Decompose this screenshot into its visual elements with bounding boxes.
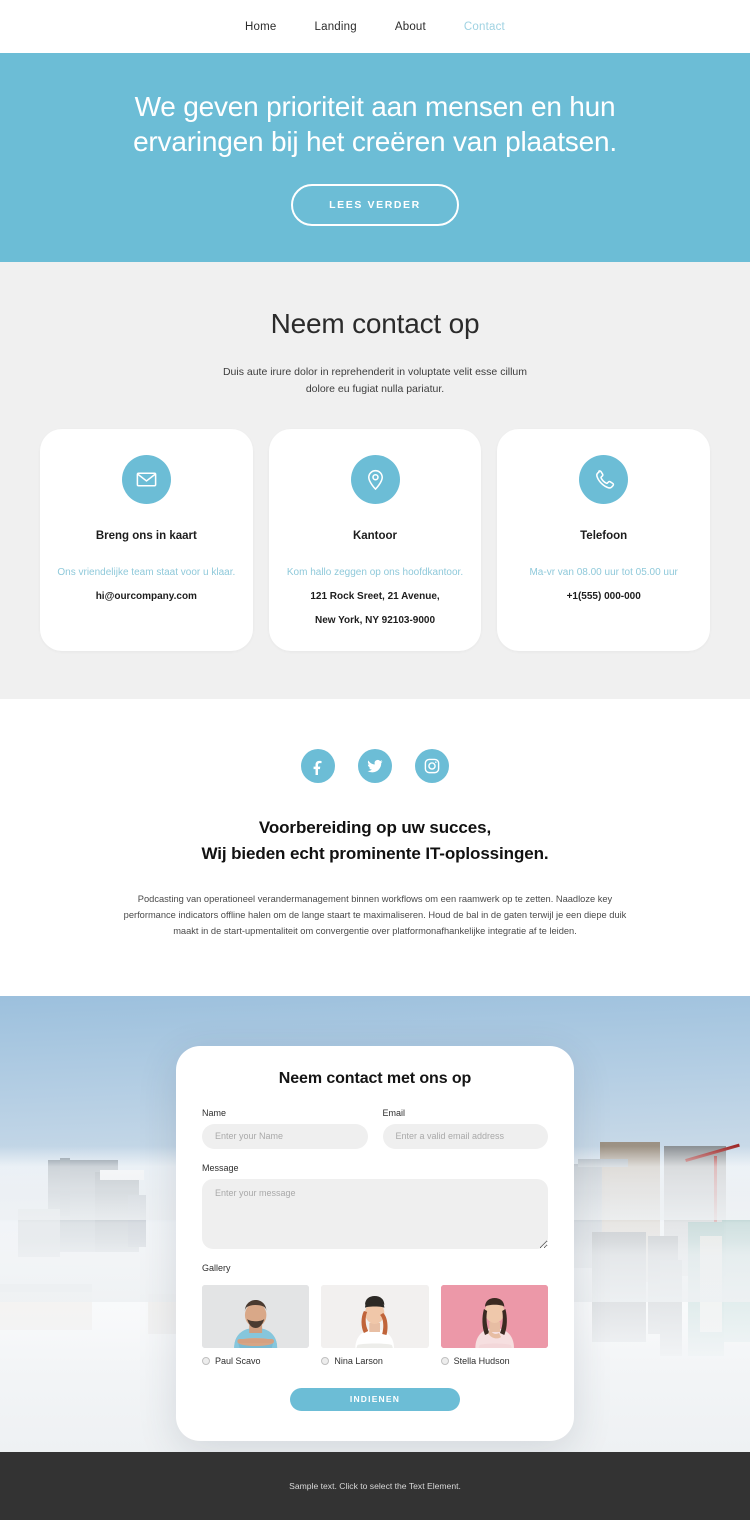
message-textarea[interactable] bbox=[202, 1178, 548, 1249]
contact-card-subtitle: Ma-vr van 08.00 uur tot 05.00 uur bbox=[529, 567, 678, 578]
contact-card-title: Breng ons in kaart bbox=[95, 530, 197, 542]
hero-section: We geven prioriteit aan mensen en hun er… bbox=[0, 53, 750, 262]
form-group-message: Message bbox=[202, 1163, 548, 1249]
gallery-item[interactable]: Nina Larson bbox=[321, 1284, 429, 1366]
form-row-name-email: Name Email bbox=[202, 1108, 548, 1149]
nav-item-about[interactable]: About bbox=[376, 21, 445, 33]
contact-card-email[interactable]: Breng ons in kaart Ons vriendelijke team… bbox=[40, 429, 253, 651]
form-group-name: Name bbox=[202, 1108, 368, 1149]
phone-icon bbox=[579, 455, 629, 504]
gallery-label: Gallery bbox=[202, 1262, 231, 1273]
nav-item-home[interactable]: Home bbox=[226, 21, 295, 33]
email-input[interactable] bbox=[382, 1123, 548, 1149]
contact-card-value: hi@ourcompany.com bbox=[95, 591, 197, 602]
envelope-icon bbox=[121, 455, 171, 504]
contact-card-subtitle: Kom hallo zeggen op ons hoofdkantoor. bbox=[286, 567, 464, 578]
contact-card-title: Kantoor bbox=[352, 530, 398, 542]
instagram-icon[interactable] bbox=[415, 749, 449, 783]
name-input[interactable] bbox=[202, 1123, 368, 1149]
form-group-gallery: Gallery Paul Scavo Nina Larson Stella Hu… bbox=[202, 1263, 548, 1366]
about-title: Voorbereiding op uw succes, Wij bieden e… bbox=[0, 815, 750, 866]
gallery-caption[interactable]: Stella Hudson bbox=[440, 1355, 548, 1366]
contact-section-title: Neem contact op bbox=[270, 308, 480, 339]
facebook-icon[interactable] bbox=[301, 749, 335, 783]
about-section: Voorbereiding op uw succes, Wij bieden e… bbox=[0, 699, 750, 996]
gallery-radio[interactable] bbox=[321, 1356, 330, 1365]
gallery-caption[interactable]: Paul Scavo bbox=[202, 1356, 309, 1366]
gallery-photo-paul[interactable] bbox=[202, 1284, 310, 1348]
contact-card-phone[interactable]: Telefoon Ma-vr van 08.00 uur tot 05.00 u… bbox=[497, 429, 711, 651]
gallery-radio[interactable] bbox=[202, 1356, 210, 1365]
gallery-radio[interactable] bbox=[440, 1356, 449, 1365]
top-navigation: Home Landing About Contact bbox=[0, 0, 750, 53]
nav-item-landing[interactable]: Landing bbox=[296, 21, 376, 33]
gallery-caption[interactable]: Nina Larson bbox=[321, 1356, 428, 1366]
gallery-options: Paul Scavo Nina Larson Stella Hudson bbox=[202, 1284, 548, 1366]
gallery-photo-stella[interactable] bbox=[440, 1284, 548, 1348]
gallery-photo-nina[interactable] bbox=[321, 1284, 429, 1348]
hero-title: We geven prioriteit aan mensen en hun er… bbox=[133, 90, 617, 157]
gallery-name: Nina Larson bbox=[334, 1355, 383, 1366]
submit-button[interactable]: INDIENEN bbox=[290, 1387, 460, 1411]
email-label: Email bbox=[382, 1107, 406, 1118]
hero-read-more-button[interactable]: LEES VERDER bbox=[291, 184, 459, 227]
social-links bbox=[0, 749, 750, 783]
contact-section-subtitle: Duis aute irure dolor in reprehenderit i… bbox=[222, 366, 528, 395]
nav-list: Home Landing About Contact bbox=[226, 21, 524, 33]
about-title-line1: Voorbereiding op uw succes, bbox=[258, 818, 492, 837]
name-label: Name bbox=[202, 1107, 227, 1118]
twitter-icon[interactable] bbox=[358, 749, 392, 783]
contact-section: Neem contact op Duis aute irure dolor in… bbox=[0, 262, 750, 699]
contact-cards: Breng ons in kaart Ons vriendelijke team… bbox=[0, 429, 750, 651]
about-title-line2: Wij bieden echt prominente IT-oplossinge… bbox=[201, 843, 549, 863]
contact-form-card: Neem contact met ons op Name Email Messa… bbox=[176, 1045, 574, 1441]
footer: Sample text. Click to select the Text El… bbox=[0, 1451, 750, 1520]
gallery-name: Paul Scavo bbox=[215, 1355, 261, 1366]
contact-card-subtitle: Ons vriendelijke team staat voor u klaar… bbox=[57, 567, 236, 578]
nav-item-contact[interactable]: Contact bbox=[445, 21, 524, 33]
gallery-item[interactable]: Stella Hudson bbox=[440, 1284, 548, 1366]
contact-card-value: 121 Rock Sreet, 21 Avenue, bbox=[310, 591, 440, 602]
message-label: Message bbox=[202, 1162, 239, 1173]
submit-row: INDIENEN bbox=[202, 1387, 548, 1411]
contact-form-section: Neem contact met ons op Name Email Messa… bbox=[0, 995, 750, 1452]
form-group-email: Email bbox=[382, 1107, 548, 1149]
contact-card-value: +1(555) 000-000 bbox=[566, 591, 641, 602]
form-title: Neem contact met ons op bbox=[278, 1069, 472, 1087]
gallery-item[interactable]: Paul Scavo bbox=[202, 1284, 310, 1366]
contact-card-value-2: New York, NY 92103-9000 bbox=[314, 615, 436, 626]
footer-text[interactable]: Sample text. Click to select the Text El… bbox=[289, 1481, 461, 1491]
contact-card-office[interactable]: Kantoor Kom hallo zeggen op ons hoofdkan… bbox=[268, 429, 482, 651]
contact-card-title: Telefoon bbox=[580, 530, 628, 542]
page-root: Home Landing About Contact We geven prio… bbox=[0, 0, 750, 1520]
gallery-name: Stella Hudson bbox=[453, 1355, 510, 1366]
about-paragraph: Podcasting van operationeel verandermana… bbox=[123, 894, 627, 936]
map-pin-icon bbox=[350, 455, 400, 504]
